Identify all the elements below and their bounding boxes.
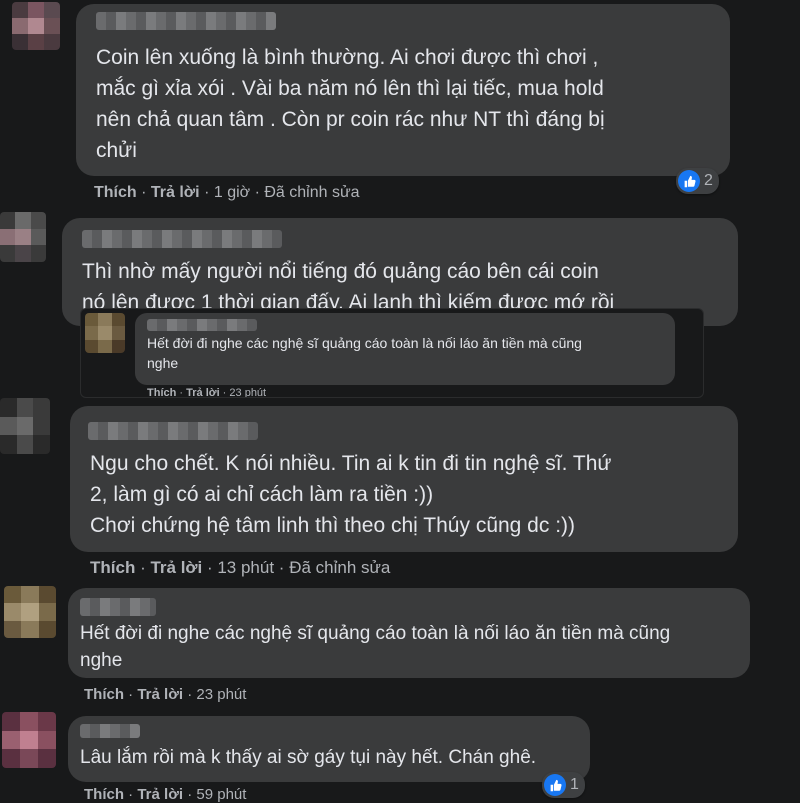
timestamp[interactable]: 23 phút: [196, 686, 246, 703]
commenter-name[interactable]: [147, 319, 257, 331]
like-link[interactable]: Thích: [147, 387, 176, 397]
like-link[interactable]: Thích: [90, 558, 135, 577]
commenter-name[interactable]: [88, 422, 258, 440]
reaction-count-value: 1: [570, 776, 579, 793]
avatar[interactable]: [0, 398, 50, 454]
comment-text: Lâu lắm rồi mà k thấy ai sờ gáy tụi này …: [80, 747, 537, 768]
commenter-name[interactable]: [80, 724, 140, 738]
comment-text: Ngu cho chết. K nói nhiều. Tin ai k tin …: [90, 452, 612, 537]
commenter-name[interactable]: [96, 12, 276, 30]
comment-text: Hết đời đi nghe các nghệ sĩ quảng cáo to…: [80, 623, 671, 671]
like-link[interactable]: Thích: [84, 686, 124, 703]
avatar[interactable]: [0, 212, 46, 262]
timestamp[interactable]: 1 giờ: [214, 184, 250, 201]
like-link[interactable]: Thích: [94, 184, 137, 201]
timestamp[interactable]: 23 phút: [229, 387, 266, 397]
thumbs-up-icon: [678, 170, 700, 192]
avatar[interactable]: [12, 2, 60, 50]
timestamp[interactable]: 13 phút: [217, 558, 274, 577]
reply-link[interactable]: Trả lời: [150, 558, 202, 577]
comment-text: Hết đời đi nghe các nghệ sĩ quảng cáo to…: [147, 335, 582, 371]
avatar[interactable]: [4, 586, 56, 638]
reaction-count-value: 2: [704, 172, 713, 189]
comment-bubble: Coin lên xuống là bình thường. Ai chơi đ…: [76, 4, 730, 176]
like-link[interactable]: Thích: [84, 786, 124, 803]
commenter-name[interactable]: [82, 230, 282, 248]
reply-link[interactable]: Trả lời: [137, 786, 183, 803]
reply-link[interactable]: Trả lời: [151, 184, 200, 201]
reply-link[interactable]: Trả lời: [186, 387, 220, 397]
avatar[interactable]: [85, 313, 125, 353]
comment-actions: Thích · Trả lời · 13 phút · Đã chỉnh sửa: [90, 558, 391, 577]
comment-actions: Thích · Trả lời · 59 phút: [84, 786, 247, 803]
avatar[interactable]: [2, 712, 56, 768]
comment-actions: Thích · Trả lời · 23 phút: [147, 387, 267, 398]
reply-link[interactable]: Trả lời: [137, 686, 183, 703]
comment-bubble: Lâu lắm rồi mà k thấy ai sờ gáy tụi này …: [68, 716, 590, 782]
thumbs-up-icon: [544, 774, 566, 796]
comment-text: Coin lên xuống là bình thường. Ai chơi đ…: [96, 46, 605, 162]
comment-bubble: Hết đời đi nghe các nghệ sĩ quảng cáo to…: [135, 313, 675, 385]
reaction-count[interactable]: 1: [542, 772, 585, 798]
comment-bubble: Ngu cho chết. K nói nhiều. Tin ai k tin …: [70, 406, 738, 552]
commenter-name[interactable]: [80, 598, 156, 616]
comment-actions: Thích · Trả lời · 1 giờ · Đã chỉnh sửa: [94, 184, 360, 201]
comment-bubble: Hết đời đi nghe các nghệ sĩ quảng cáo to…: [68, 588, 750, 678]
edited-label: Đã chỉnh sửa: [289, 558, 391, 577]
reaction-count[interactable]: 2: [676, 168, 719, 194]
embedded-reply-preview: Hết đời đi nghe các nghệ sĩ quảng cáo to…: [80, 308, 704, 398]
edited-label: Đã chỉnh sửa: [264, 184, 360, 201]
comment-actions: Thích · Trả lời · 23 phút: [84, 686, 247, 703]
timestamp[interactable]: 59 phút: [196, 786, 246, 803]
